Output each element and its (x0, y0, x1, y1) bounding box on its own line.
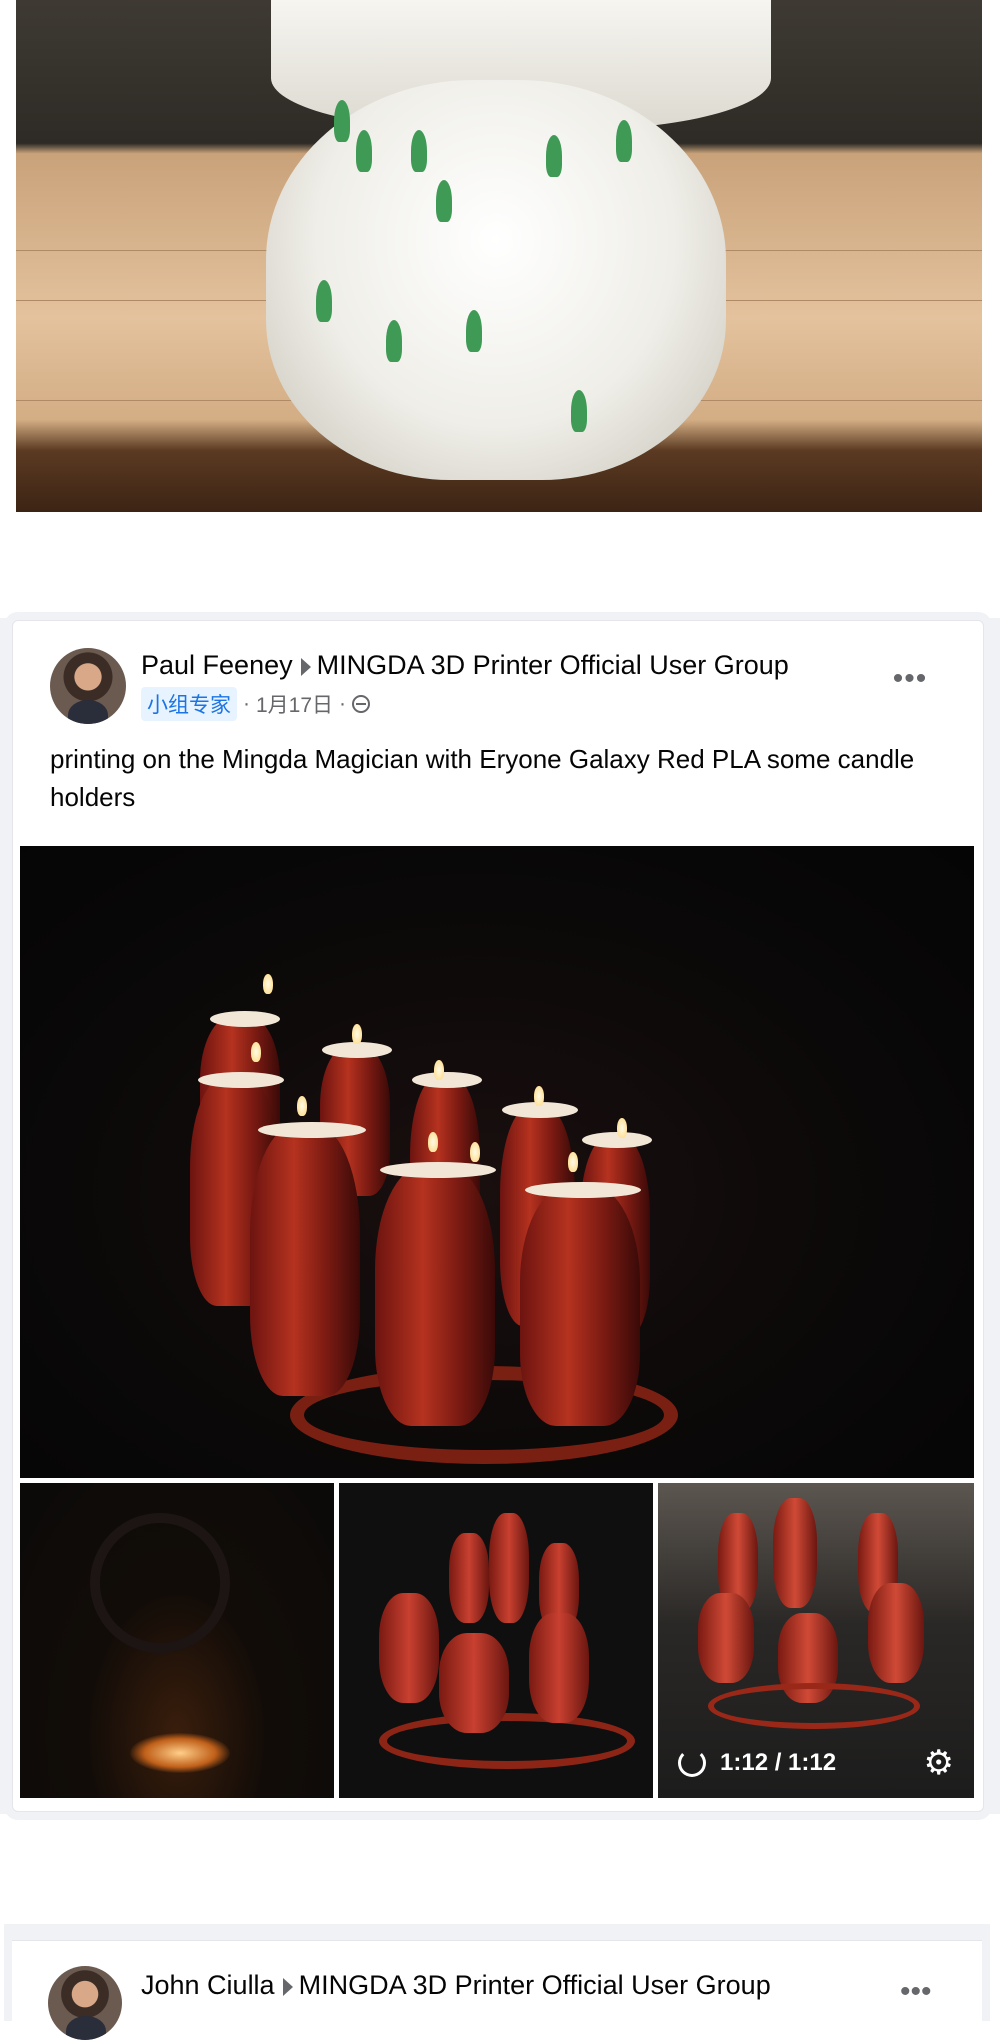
next-author-avatar[interactable] (48, 1966, 122, 2040)
next-author-name[interactable]: John Ciulla (141, 1970, 275, 2000)
castle-model-base (266, 80, 726, 480)
globe-icon (352, 695, 371, 713)
author-name[interactable]: Paul Feeney (141, 650, 293, 680)
author-avatar[interactable] (50, 648, 126, 724)
next-group-name[interactable]: MINGDA 3D Printer Official User Group (299, 1970, 771, 2000)
main-photo-candle-holders[interactable] (20, 846, 974, 1478)
post-meta: 小组专家 · 1月17日 · (141, 687, 371, 721)
video-thumbnail[interactable]: 1:12 / 1:12 ⚙ (658, 1483, 974, 1798)
gear-icon[interactable]: ⚙ (924, 1746, 954, 1780)
meta-separator: · (243, 692, 250, 715)
video-time: 1:12 / 1:12 (720, 1749, 837, 1776)
group-expert-badge: 小组专家 (141, 687, 237, 721)
video-controls: 1:12 / 1:12 ⚙ (658, 1728, 974, 1798)
post-date[interactable]: 1月17日 (256, 689, 333, 719)
previous-post-photo[interactable] (16, 0, 982, 512)
meta-separator: · (339, 692, 347, 715)
replay-icon[interactable] (678, 1749, 706, 1777)
thumbnail-photo-1[interactable] (20, 1483, 334, 1798)
post-text: printing on the Mingda Magician with Ery… (50, 744, 915, 812)
more-options-button[interactable]: ••• (888, 664, 932, 698)
next-post-header: John Ciulla MINGDA 3D Printer Official Us… (141, 1970, 771, 2001)
thumbnail-photo-2[interactable] (339, 1483, 653, 1798)
caret-right-icon (282, 1977, 293, 1996)
group-name[interactable]: MINGDA 3D Printer Official User Group (317, 650, 789, 680)
caret-right-icon (300, 657, 311, 676)
next-more-options-button[interactable]: ••• (900, 1977, 932, 2007)
post-header: Paul Feeney MINGDA 3D Printer Official Us… (141, 650, 789, 681)
